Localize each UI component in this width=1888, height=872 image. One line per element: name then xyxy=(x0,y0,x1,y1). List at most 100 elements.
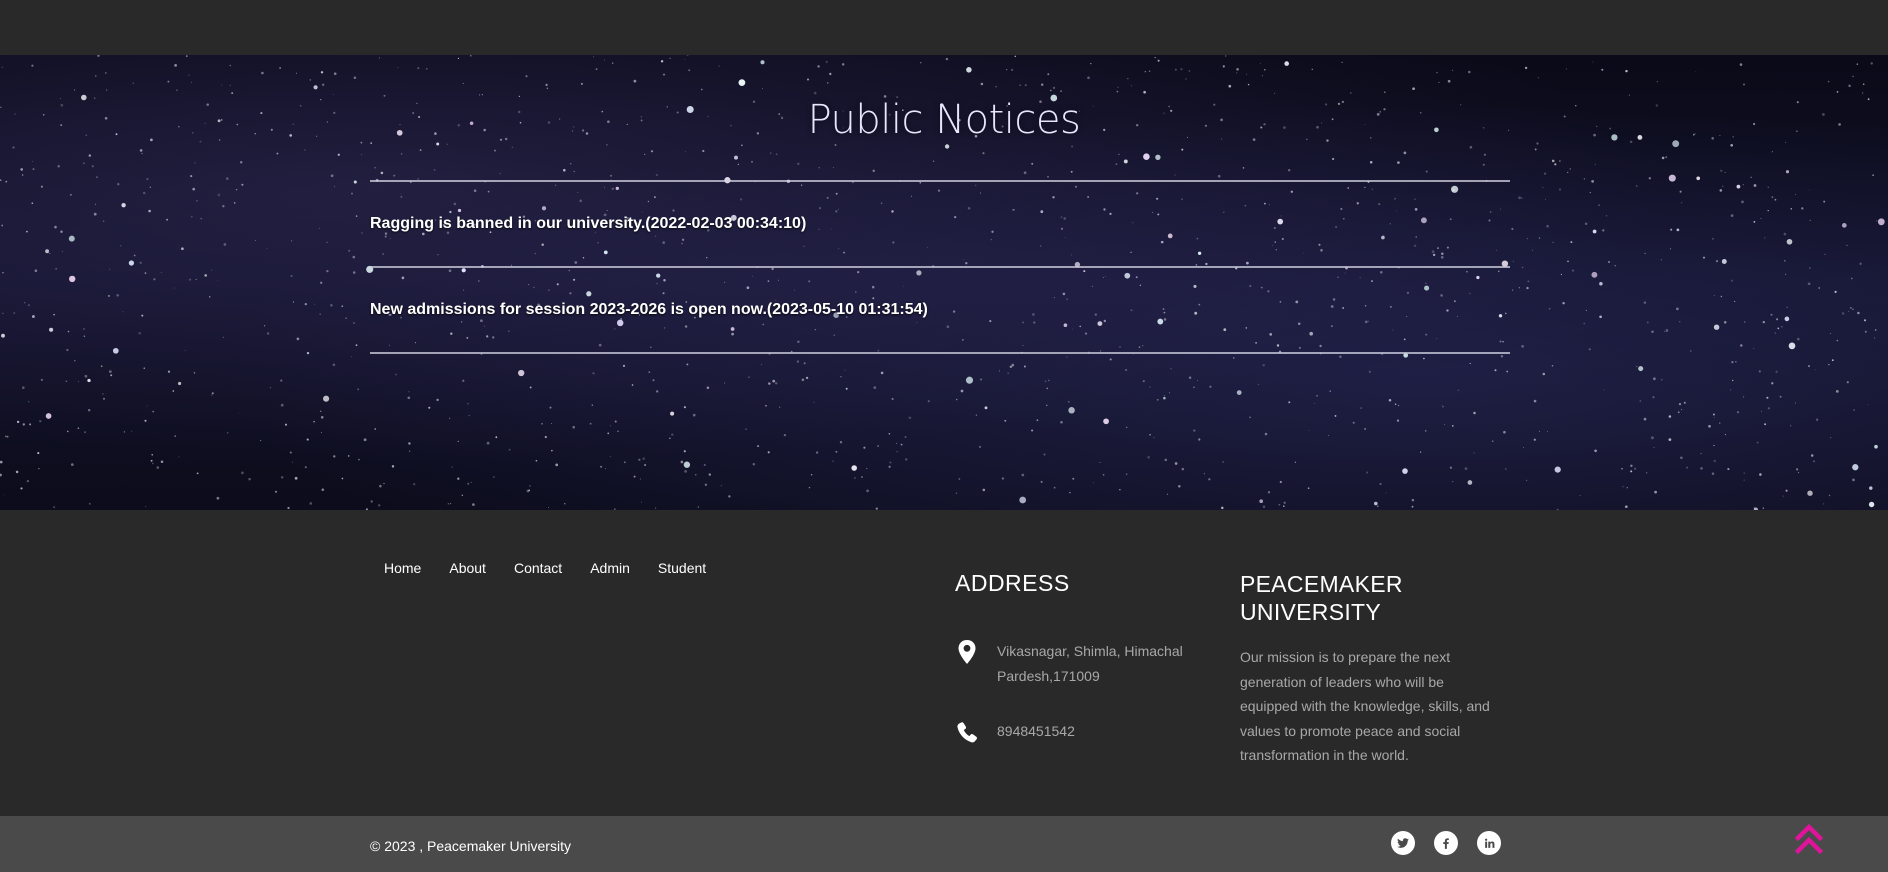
star xyxy=(320,281,323,284)
footer-nav-about[interactable]: About xyxy=(435,560,500,576)
star xyxy=(1775,370,1778,373)
double-chevron-up-icon[interactable] xyxy=(1795,822,1823,856)
star xyxy=(12,146,15,149)
star xyxy=(1228,84,1232,88)
star xyxy=(65,380,68,383)
star xyxy=(1736,184,1741,189)
star xyxy=(1815,418,1819,421)
star xyxy=(1368,370,1372,373)
star xyxy=(853,477,856,479)
star xyxy=(1505,468,1507,470)
star xyxy=(358,458,360,461)
linkedin-icon[interactable] xyxy=(1477,831,1501,855)
star xyxy=(1585,309,1587,312)
star xyxy=(1643,301,1647,304)
star xyxy=(306,438,309,441)
star xyxy=(341,305,344,308)
star xyxy=(143,367,146,370)
star xyxy=(1148,70,1151,72)
star xyxy=(1473,452,1475,454)
star xyxy=(1521,344,1524,348)
star xyxy=(908,416,912,420)
star xyxy=(1696,176,1701,181)
star xyxy=(818,167,820,169)
star xyxy=(617,430,619,433)
star xyxy=(313,420,315,423)
star xyxy=(1766,396,1769,399)
star xyxy=(1760,217,1762,220)
star xyxy=(67,330,70,333)
star xyxy=(1661,156,1665,160)
star xyxy=(752,462,756,466)
facebook-icon[interactable] xyxy=(1434,831,1458,855)
star xyxy=(1011,363,1015,367)
star xyxy=(1438,81,1440,84)
star xyxy=(1870,62,1873,65)
top-bar xyxy=(0,0,1888,55)
footer-nav-home[interactable]: Home xyxy=(370,560,435,576)
star xyxy=(351,192,353,195)
star xyxy=(1551,365,1554,367)
star xyxy=(194,162,196,164)
star xyxy=(1603,389,1605,391)
star xyxy=(313,85,318,90)
star xyxy=(1246,73,1248,75)
star xyxy=(1622,486,1624,488)
star xyxy=(1523,447,1525,448)
star xyxy=(102,393,104,395)
star xyxy=(1457,389,1459,391)
twitter-icon[interactable] xyxy=(1391,831,1415,855)
star xyxy=(208,296,211,298)
star xyxy=(774,382,778,385)
star xyxy=(1830,437,1832,439)
star xyxy=(1451,69,1453,71)
star xyxy=(1412,87,1415,91)
star xyxy=(322,83,325,86)
star xyxy=(1785,273,1787,275)
star xyxy=(595,68,598,70)
star xyxy=(1651,436,1654,440)
star xyxy=(1236,390,1242,395)
star xyxy=(318,227,320,229)
star xyxy=(1668,438,1672,441)
star xyxy=(1554,163,1557,166)
star xyxy=(1795,194,1797,195)
star xyxy=(1668,174,1676,182)
star xyxy=(1155,154,1161,160)
star xyxy=(1644,252,1646,255)
footer-nav-admin[interactable]: Admin xyxy=(576,560,644,576)
star xyxy=(1680,456,1683,460)
star xyxy=(1163,396,1166,400)
star xyxy=(1567,260,1569,263)
star xyxy=(1116,90,1119,93)
star xyxy=(1551,159,1555,163)
star xyxy=(803,362,806,365)
star xyxy=(363,438,367,442)
footer-nav-contact[interactable]: Contact xyxy=(500,560,576,576)
star xyxy=(280,476,284,479)
star xyxy=(825,60,828,64)
star xyxy=(1679,190,1682,193)
star xyxy=(83,328,85,330)
star xyxy=(1848,84,1851,88)
star xyxy=(370,500,373,503)
star xyxy=(1548,307,1551,310)
star xyxy=(1583,322,1586,325)
notice-list: Ragging is banned in our university.(202… xyxy=(370,180,1510,354)
star xyxy=(1467,480,1473,485)
star xyxy=(573,170,575,173)
star xyxy=(1592,61,1594,63)
star xyxy=(107,294,110,297)
footer-nav-student[interactable]: Student xyxy=(644,560,720,576)
star xyxy=(217,193,221,197)
star xyxy=(1360,407,1362,409)
star xyxy=(1329,390,1331,393)
star xyxy=(320,432,322,434)
star xyxy=(391,465,395,468)
star xyxy=(1169,392,1171,394)
star xyxy=(1007,372,1010,375)
page-title: Public Notices xyxy=(807,97,1081,143)
star xyxy=(801,378,805,382)
star xyxy=(683,450,686,453)
star xyxy=(132,82,135,85)
